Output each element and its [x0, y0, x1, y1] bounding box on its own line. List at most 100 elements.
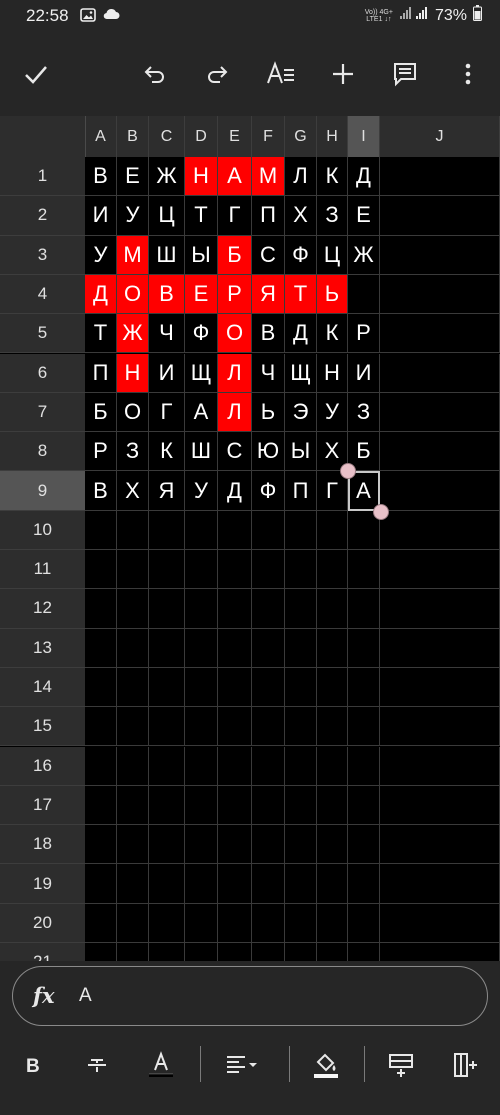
redo-icon[interactable]: [199, 56, 235, 92]
cell-i7[interactable]: З: [348, 392, 380, 433]
cell-i12[interactable]: [348, 589, 380, 629]
cell-a2[interactable]: И: [85, 196, 117, 236]
cell-e1[interactable]: А: [218, 157, 252, 197]
cell-f12[interactable]: [252, 589, 285, 629]
row-header-19[interactable]: 19: [0, 864, 85, 904]
cell-e12[interactable]: [218, 589, 252, 629]
cell-g1[interactable]: Л: [285, 157, 317, 197]
cell-f21[interactable]: [252, 943, 285, 961]
cell-i1[interactable]: Д: [348, 157, 380, 197]
cell-d18[interactable]: [185, 825, 218, 865]
cell-e21[interactable]: [218, 943, 252, 961]
cell-f4[interactable]: Я: [252, 274, 285, 315]
cell-h7[interactable]: У: [317, 392, 348, 433]
cell-c21[interactable]: [149, 943, 185, 961]
selection-handle-bottom-right[interactable]: [373, 503, 389, 520]
comment-icon[interactable]: [387, 56, 423, 92]
cell-h18[interactable]: [317, 825, 348, 865]
cell-j5[interactable]: [380, 314, 500, 354]
cell-a9[interactable]: В: [85, 471, 117, 511]
cell-e3[interactable]: Б: [218, 235, 252, 275]
row-header-3[interactable]: 3: [0, 235, 85, 275]
column-header-a[interactable]: A: [85, 116, 117, 157]
cell-h5[interactable]: К: [317, 314, 348, 354]
cell-h15[interactable]: [317, 707, 348, 747]
cell-i13[interactable]: [348, 628, 380, 668]
cell-g20[interactable]: [285, 903, 317, 943]
cell-g19[interactable]: [285, 864, 317, 904]
cell-a13[interactable]: [85, 628, 117, 668]
cell-f20[interactable]: [252, 903, 285, 943]
cell-c20[interactable]: [149, 903, 185, 943]
cell-a8[interactable]: Р: [85, 432, 117, 472]
cell-d11[interactable]: [185, 550, 218, 590]
row-header-5[interactable]: 5: [0, 314, 85, 354]
cell-a7[interactable]: Б: [85, 392, 117, 433]
cell-e11[interactable]: [218, 550, 252, 590]
cell-i16[interactable]: [348, 746, 380, 786]
cell-d6[interactable]: Щ: [185, 353, 218, 393]
cell-e6[interactable]: Л: [218, 353, 252, 393]
cell-a14[interactable]: [85, 667, 117, 708]
cell-e17[interactable]: [218, 785, 252, 826]
row-header-16[interactable]: 16: [0, 746, 85, 786]
row-header-4[interactable]: 4: [0, 274, 85, 315]
cell-j11[interactable]: [380, 550, 500, 590]
cell-c13[interactable]: [149, 628, 185, 668]
cell-c8[interactable]: К: [149, 432, 185, 472]
cell-c16[interactable]: [149, 746, 185, 786]
cell-d20[interactable]: [185, 903, 218, 943]
cell-f5[interactable]: В: [252, 314, 285, 354]
cell-h20[interactable]: [317, 903, 348, 943]
cell-b17[interactable]: [117, 785, 149, 826]
cell-i3[interactable]: Ж: [348, 235, 380, 275]
cell-b20[interactable]: [117, 903, 149, 943]
cell-d16[interactable]: [185, 746, 218, 786]
cell-h17[interactable]: [317, 785, 348, 826]
cell-b6[interactable]: Н: [117, 353, 149, 393]
cell-d1[interactable]: Н: [185, 157, 218, 197]
cell-c11[interactable]: [149, 550, 185, 590]
cell-b1[interactable]: Е: [117, 157, 149, 197]
cell-j3[interactable]: [380, 235, 500, 275]
cell-b16[interactable]: [117, 746, 149, 786]
cell-a21[interactable]: [85, 943, 117, 961]
row-header-15[interactable]: 15: [0, 707, 85, 747]
cell-b15[interactable]: [117, 707, 149, 747]
column-header-f[interactable]: F: [252, 116, 285, 157]
cell-b9[interactable]: Х: [117, 471, 149, 511]
cell-h12[interactable]: [317, 589, 348, 629]
column-header-b[interactable]: B: [117, 116, 149, 157]
cell-e18[interactable]: [218, 825, 252, 865]
cell-d14[interactable]: [185, 667, 218, 708]
cell-j2[interactable]: [380, 196, 500, 236]
cell-a11[interactable]: [85, 550, 117, 590]
column-header-h[interactable]: H: [317, 116, 348, 157]
cell-a20[interactable]: [85, 903, 117, 943]
cell-f11[interactable]: [252, 550, 285, 590]
cell-j19[interactable]: [380, 864, 500, 904]
cell-e10[interactable]: [218, 510, 252, 550]
cell-e8[interactable]: С: [218, 432, 252, 472]
cell-f17[interactable]: [252, 785, 285, 826]
cell-d2[interactable]: Т: [185, 196, 218, 236]
cell-a18[interactable]: [85, 825, 117, 865]
cell-a17[interactable]: [85, 785, 117, 826]
cell-b19[interactable]: [117, 864, 149, 904]
cell-f6[interactable]: Ч: [252, 353, 285, 393]
cell-d19[interactable]: [185, 864, 218, 904]
cell-b21[interactable]: [117, 943, 149, 961]
cell-h1[interactable]: К: [317, 157, 348, 197]
cell-j21[interactable]: [380, 943, 500, 961]
column-header-j[interactable]: J: [380, 116, 500, 157]
cell-g18[interactable]: [285, 825, 317, 865]
row-header-10[interactable]: 10: [0, 510, 85, 550]
cell-a19[interactable]: [85, 864, 117, 904]
cell-i19[interactable]: [348, 864, 380, 904]
cell-c10[interactable]: [149, 510, 185, 550]
cell-c3[interactable]: Ш: [149, 235, 185, 275]
cell-j13[interactable]: [380, 628, 500, 668]
cell-g6[interactable]: Щ: [285, 353, 317, 393]
cell-c9[interactable]: Я: [149, 471, 185, 511]
cell-d7[interactable]: А: [185, 392, 218, 433]
